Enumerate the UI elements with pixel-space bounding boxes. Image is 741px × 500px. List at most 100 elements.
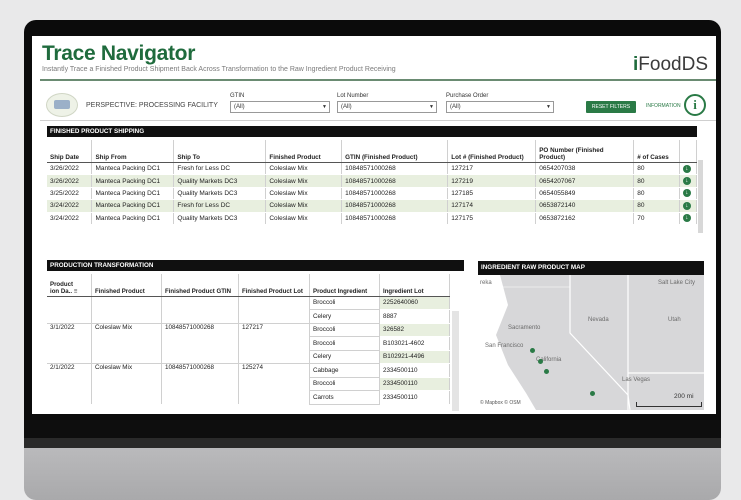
column-header-download [679, 140, 698, 163]
header-divider [40, 79, 716, 81]
chevron-down-icon: ▼ [546, 104, 551, 110]
state-border-ca-nv [569, 275, 631, 410]
monitor-chin [24, 438, 721, 500]
table-cell [47, 390, 92, 404]
map-scale-bar [636, 402, 702, 407]
column-header[interactable]: GTIN (Finished Product) [341, 140, 449, 163]
download-cell[interactable]: ↓ [679, 199, 698, 213]
table-row[interactable]: Carrots 2334500110 [47, 390, 450, 405]
column-header[interactable]: Finished Product [91, 274, 162, 297]
map-attribution[interactable]: © Mapbox © OSM [480, 400, 521, 406]
map-marker[interactable] [544, 369, 549, 374]
table-cell [47, 377, 92, 391]
column-header[interactable]: # of Cases [633, 140, 680, 163]
table-row[interactable]: Broccoli B103021-4602 [47, 336, 450, 351]
table-row[interactable]: 3/1/2022 Coleslaw Mix 10848571000268 127… [47, 322, 450, 337]
table-cell: 326582 [379, 323, 450, 337]
purchase-order-filter-select[interactable]: (All) ▼ [446, 101, 554, 113]
table-cell: 3/1/2022 [47, 322, 92, 337]
info-icon[interactable]: i [684, 94, 706, 116]
table-cell: 10848571000268 [341, 199, 449, 213]
table-cell [91, 350, 162, 364]
information-label[interactable]: INFORMATION [646, 103, 681, 109]
table-cell [161, 350, 239, 364]
download-arrow-icon[interactable]: ↓ [682, 164, 691, 173]
production-header-row: Product ion Da.. ≡ Finished Product Fini… [47, 274, 450, 297]
column-header[interactable]: Ship Date [47, 140, 93, 163]
download-arrow-icon[interactable]: ↓ [682, 189, 691, 198]
table-cell: 10848571000268 [341, 174, 449, 188]
table-cell: Celery [309, 350, 380, 364]
chevron-down-icon: ▼ [322, 104, 327, 110]
table-row[interactable]: Broccoli 2252640060 [47, 296, 450, 310]
table-row[interactable]: 2/1/2022 Coleslaw Mix 10848571000268 125… [47, 363, 450, 378]
download-cell[interactable]: ↓ [679, 212, 698, 225]
lot-number-filter[interactable]: Lot Number (All) ▼ [337, 93, 437, 113]
table-cell: 3/26/2022 [47, 174, 93, 188]
column-header[interactable]: Product Ingredient [309, 274, 380, 297]
table-cell: Manteca Packing DC1 [91, 187, 175, 201]
table-cell: 127217 [238, 322, 310, 337]
table-cell: Fresh for Less DC [173, 199, 267, 213]
column-header[interactable]: Lot # (Finished Product) [447, 140, 537, 163]
purchase-order-filter[interactable]: Purchase Order (All) ▼ [446, 93, 554, 113]
download-cell[interactable]: ↓ [679, 187, 698, 201]
map-scale-label: 200 mi [674, 393, 694, 400]
map-marker[interactable] [538, 359, 543, 364]
lot-number-filter-label: Lot Number [337, 93, 369, 99]
table-cell: Broccoli [309, 323, 380, 337]
download-arrow-icon[interactable]: ↓ [682, 201, 691, 210]
monitor-bottom-bezel [24, 420, 721, 440]
table-cell: 2334500110 [379, 363, 450, 378]
column-header[interactable]: Finished Product GTIN [161, 274, 239, 297]
column-header[interactable]: Finished Product Lot [238, 274, 310, 297]
table-cell: 3/24/2022 [47, 212, 93, 225]
table-cell: 0654055849 [535, 187, 635, 201]
table-row[interactable]: 3/26/2022 Manteca Packing DC1 Quality Ma… [47, 174, 698, 188]
table-row[interactable]: Celery 8887 [47, 309, 450, 324]
table-cell: 127219 [447, 174, 537, 188]
table-row[interactable]: 3/25/2022 Manteca Packing DC1 Quality Ma… [47, 187, 698, 201]
table-row[interactable]: 3/24/2022 Manteca Packing DC1 Fresh for … [47, 199, 698, 213]
facility-logo-icon [46, 93, 78, 117]
table-cell: 127185 [447, 187, 537, 201]
shipping-scrollbar[interactable] [698, 160, 703, 233]
map-marker[interactable] [530, 348, 535, 353]
purchase-order-filter-value: (All) [450, 104, 461, 110]
production-scrollbar[interactable] [452, 311, 459, 411]
page-title: Trace Navigator [42, 42, 196, 65]
map-label: Salt Lake City [658, 280, 696, 286]
map-label: Nevada [588, 317, 609, 323]
table-row[interactable]: 3/26/2022 Manteca Packing DC1 Fresh for … [47, 162, 698, 176]
ingredient-map[interactable]: reka Salt Lake City Nevada Utah Sacramen… [478, 275, 704, 410]
lot-number-filter-select[interactable]: (All) ▼ [337, 101, 437, 113]
gtin-filter-select[interactable]: (All) ▼ [230, 101, 330, 113]
column-header[interactable]: Ingredient Lot [379, 274, 450, 297]
map-marker[interactable] [590, 391, 595, 396]
table-cell: B103021-4602 [379, 336, 450, 351]
shipping-section-title: FINISHED PRODUCT SHIPPING [47, 126, 697, 137]
map-label: Sacramento [508, 325, 541, 331]
column-header[interactable]: PO Number (Finished Product) [535, 140, 635, 163]
download-arrow-icon[interactable]: ↓ [682, 177, 691, 186]
column-header[interactable]: Finished Product [265, 140, 343, 163]
table-cell: 127175 [447, 212, 537, 225]
table-cell [91, 377, 162, 391]
purchase-order-filter-label: Purchase Order [446, 93, 489, 99]
sort-icon[interactable]: ≡ [74, 288, 78, 295]
table-cell [238, 350, 310, 364]
column-header[interactable]: Ship From [91, 140, 175, 163]
table-cell: Manteca Packing DC1 [91, 174, 175, 188]
table-row[interactable]: 3/24/2022 Manteca Packing DC1 Quality Ma… [47, 212, 698, 225]
download-cell[interactable]: ↓ [679, 162, 698, 176]
download-arrow-icon[interactable]: ↓ [682, 214, 691, 223]
table-cell: Coleslaw Mix [91, 363, 162, 377]
reset-filters-button[interactable]: RESET FILTERS [586, 101, 636, 113]
table-row[interactable]: Celery B102921-4496 [47, 350, 450, 364]
table-cell [47, 309, 92, 323]
column-header-production-date[interactable]: Product ion Da.. ≡ [47, 274, 92, 297]
table-row[interactable]: Broccoli 2334500110 [47, 377, 450, 391]
gtin-filter[interactable]: GTIN (All) ▼ [230, 93, 330, 113]
download-cell[interactable]: ↓ [679, 174, 698, 188]
column-header[interactable]: Ship To [173, 140, 267, 163]
